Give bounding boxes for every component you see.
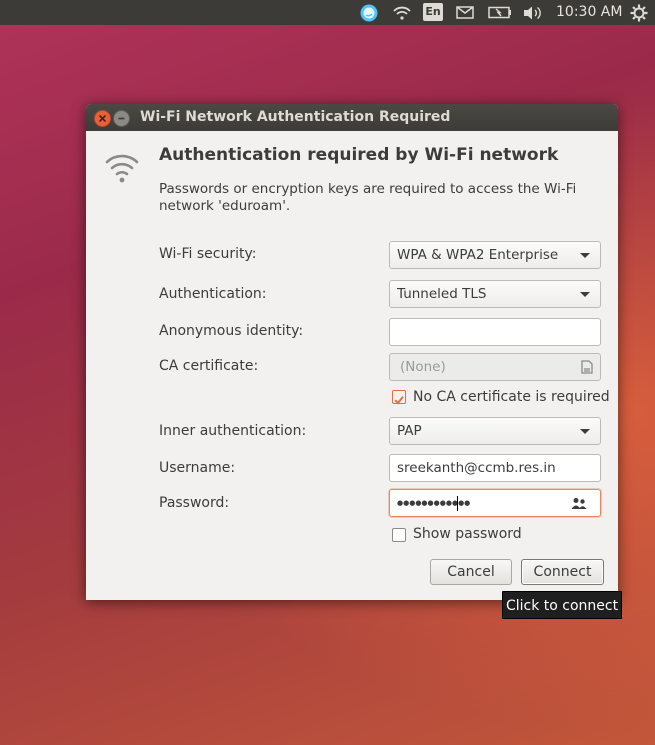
password-value: ●●●●●●●●●●●● <box>397 499 471 507</box>
username-input[interactable]: sreekanth@ccmb.res.in <box>389 454 601 482</box>
ca-certificate-value: (None) <box>400 359 446 375</box>
chevron-down-icon <box>580 253 590 258</box>
show-password-label[interactable]: Show password <box>413 526 522 542</box>
inner-authentication-combo[interactable]: PAP <box>389 417 601 445</box>
cancel-button[interactable]: Cancel <box>430 559 512 585</box>
dialog-titlebar[interactable]: Wi-Fi Network Authentication Required <box>86 104 618 131</box>
wifi-signal-icon <box>105 154 139 183</box>
connect-tooltip: Click to connect <box>502 591 622 619</box>
dialog-heading: Authentication required by Wi-Fi network <box>159 145 559 165</box>
chevron-down-icon <box>580 292 590 297</box>
description-line: network 'eduroam'. <box>159 198 291 214</box>
wifi-security-combo[interactable]: WPA & WPA2 Enterprise <box>389 241 601 269</box>
anonymous-identity-input[interactable] <box>389 318 601 346</box>
dialog-title: Wi-Fi Network Authentication Required <box>140 109 451 125</box>
username-label: Username: <box>159 460 236 476</box>
no-ca-required-label[interactable]: No CA certificate is required <box>413 389 610 405</box>
inner-authentication-value: PAP <box>397 423 422 439</box>
password-input[interactable]: ●●●●●●●●●●●● <box>389 489 601 517</box>
skype-icon[interactable] <box>357 0 381 25</box>
dialog-description: Passwords or encryption keys are require… <box>159 181 599 215</box>
wifi-security-value: WPA & WPA2 Enterprise <box>397 247 559 263</box>
panel-clock[interactable]: 10:30 AM <box>556 0 622 25</box>
minimize-button[interactable] <box>113 110 130 127</box>
volume-icon[interactable] <box>520 0 546 25</box>
ca-certificate-label: CA certificate: <box>159 358 259 374</box>
password-label: Password: <box>159 495 230 511</box>
description-line: Passwords or encryption keys are require… <box>159 181 577 197</box>
document-open-icon <box>581 360 593 374</box>
keyboard-layout-indicator[interactable]: En <box>423 3 443 21</box>
username-value: sreekanth@ccmb.res.in <box>397 460 556 476</box>
gear-icon[interactable] <box>627 0 651 25</box>
top-panel: En 10:30 AM <box>0 0 655 25</box>
checkmark-icon <box>394 396 404 405</box>
authentication-value: Tunneled TLS <box>397 286 487 302</box>
ca-certificate-chooser[interactable]: (None) <box>389 353 601 381</box>
connect-button[interactable]: Connect <box>521 559 604 585</box>
mail-icon[interactable] <box>453 0 477 25</box>
text-caret <box>457 496 458 511</box>
battery-icon[interactable] <box>486 0 514 25</box>
show-password-checkbox[interactable] <box>392 528 406 542</box>
close-button[interactable] <box>94 110 111 127</box>
users-icon[interactable] <box>571 497 587 510</box>
authentication-combo[interactable]: Tunneled TLS <box>389 280 601 308</box>
chevron-down-icon <box>580 429 590 434</box>
inner-authentication-label: Inner authentication: <box>159 423 307 439</box>
minimize-icon <box>118 117 125 120</box>
wifi-icon[interactable] <box>390 0 414 25</box>
authentication-label: Authentication: <box>159 286 267 302</box>
no-ca-required-checkbox[interactable] <box>392 390 406 405</box>
wifi-auth-dialog: Wi-Fi Network Authentication Required Au… <box>86 104 618 600</box>
close-icon <box>98 114 107 123</box>
wifi-security-label: Wi-Fi security: <box>159 246 257 262</box>
anonymous-identity-label: Anonymous identity: <box>159 323 304 339</box>
